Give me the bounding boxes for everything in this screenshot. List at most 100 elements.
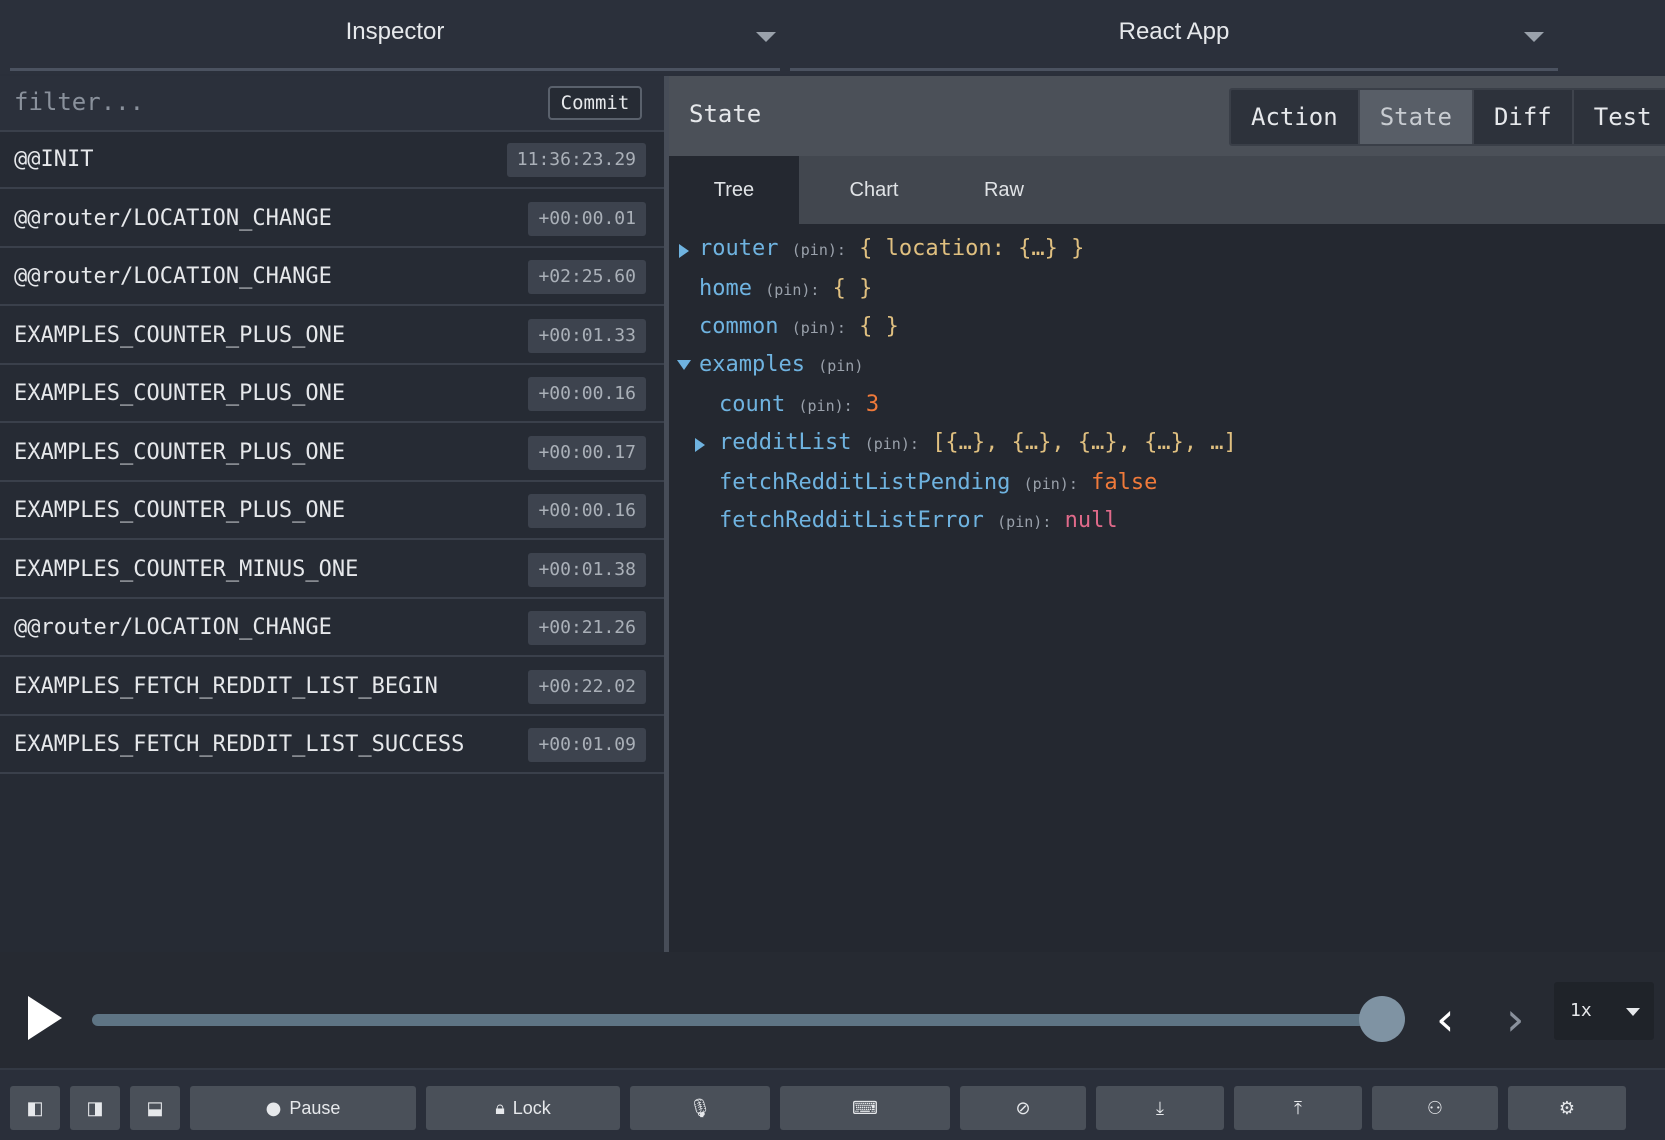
top-bar: Inspector React App: [0, 0, 1665, 74]
monitor-select[interactable]: Inspector: [10, 0, 780, 71]
pin-label[interactable]: (pin): [997, 513, 1042, 531]
node-value: false: [1091, 470, 1158, 495]
action-time: +00:00.16: [528, 377, 646, 411]
filter-input[interactable]: filter...: [14, 88, 144, 116]
node-key: count: [719, 392, 786, 417]
tree-node-error[interactable]: fetchRedditListError (pin): null: [719, 508, 1118, 533]
expand-arrow-icon[interactable]: [679, 244, 689, 258]
pin-label[interactable]: (pin): [865, 435, 910, 453]
pin-label[interactable]: (pin): [1024, 475, 1069, 493]
play-icon[interactable]: [28, 996, 62, 1040]
action-list-item[interactable]: EXAMPLES_FETCH_REDDIT_LIST_BEGIN +00:22.0…: [0, 659, 664, 716]
node-key: examples: [699, 352, 805, 377]
expand-arrow-icon[interactable]: [695, 438, 705, 452]
tree-node-redditlist[interactable]: redditList (pin): [{…}, {…}, {…}, {…}, ……: [719, 430, 1237, 455]
layout-left-icon: ◧: [26, 1098, 44, 1118]
tree-node-common[interactable]: common (pin): { }: [699, 314, 899, 339]
timeline-thumb[interactable]: [1359, 996, 1405, 1042]
action-list-item[interactable]: EXAMPLES_COUNTER_MINUS_ONE +00:01.38: [0, 542, 664, 599]
action-name: EXAMPLES_COUNTER_PLUS_ONE: [14, 498, 346, 523]
tree-node-examples[interactable]: examples (pin): [699, 352, 863, 377]
tab-state[interactable]: State: [1359, 90, 1474, 144]
collapse-arrow-icon[interactable]: [677, 360, 691, 370]
chevron-down-icon: [1626, 1008, 1640, 1016]
action-name: EXAMPLES_FETCH_REDDIT_LIST_BEGIN: [14, 673, 438, 699]
layout-left-button[interactable]: ◧: [10, 1086, 60, 1130]
node-value: [{…}, {…}, {…}, {…}, …]: [932, 430, 1237, 455]
action-list-item[interactable]: @@router/LOCATION_CHANGE +00:00.01: [0, 191, 664, 248]
node-value: { location: {…} }: [859, 236, 1085, 261]
action-time: +00:21.26: [528, 611, 646, 645]
timeline-track[interactable]: [92, 1014, 1382, 1026]
action-time: +00:01.09: [528, 728, 646, 762]
action-list-item[interactable]: EXAMPLES_COUNTER_PLUS_ONE +00:00.16: [0, 366, 664, 423]
pin-label[interactable]: (pin): [765, 281, 810, 299]
action-name: @@router/LOCATION_CHANGE: [14, 264, 332, 289]
settings-button[interactable]: ⚙: [1508, 1086, 1626, 1130]
node-key: fetchRedditListError: [719, 508, 984, 533]
previous-icon[interactable]: ‹: [1436, 992, 1454, 1046]
action-time: +00:22.02: [528, 669, 646, 704]
action-list-item[interactable]: EXAMPLES_COUNTER_PLUS_ONE +00:00.16: [0, 483, 664, 540]
state-tree: router (pin): { location: {…} } home (pi…: [669, 224, 1665, 952]
action-list-item[interactable]: @@INIT 11:36:23.29: [0, 132, 664, 189]
node-key: fetchRedditListPending: [719, 470, 1011, 495]
tab-raw[interactable]: Raw: [939, 156, 1069, 224]
pin-label[interactable]: (pin): [798, 397, 843, 415]
speed-select[interactable]: 1x: [1554, 982, 1654, 1040]
tab-diff[interactable]: Diff: [1473, 90, 1574, 144]
dispatch-button[interactable]: ⌨: [780, 1086, 950, 1130]
pin-label[interactable]: (pin): [792, 241, 837, 259]
action-list-item[interactable]: @@router/LOCATION_CHANGE +02:25.60: [0, 249, 664, 306]
pin-label[interactable]: (pin): [792, 319, 837, 337]
tree-node-router[interactable]: router (pin): { location: {…} }: [699, 236, 1084, 261]
instance-select[interactable]: React App: [790, 0, 1558, 71]
gear-icon: ⚙: [1558, 1098, 1576, 1118]
tree-node-pending[interactable]: fetchRedditListPending (pin): false: [719, 470, 1157, 495]
lock-button[interactable]: 🔒︎ Lock: [426, 1086, 620, 1130]
node-key: home: [699, 276, 752, 301]
action-list-item[interactable]: EXAMPLES_COUNTER_PLUS_ONE +00:01.33: [0, 308, 664, 365]
tree-node-count[interactable]: count (pin): 3: [719, 392, 879, 417]
monitor-select-label: Inspector: [345, 18, 445, 45]
action-time: +00:00.01: [528, 201, 646, 236]
action-name: @@INIT: [14, 147, 94, 172]
remote-icon: ⚇: [1426, 1098, 1444, 1118]
node-value: { }: [832, 276, 873, 301]
action-name: EXAMPLES_FETCH_REDDIT_LIST_SUCCESS: [14, 732, 465, 757]
action-list-item[interactable]: EXAMPLES_FETCH_REDDIT_LIST_SUCCESS +00:01…: [0, 717, 664, 774]
layout-bottom-icon: ⬓: [146, 1098, 164, 1118]
commit-button[interactable]: Commit: [548, 86, 642, 120]
chevron-down-icon: [1524, 32, 1544, 42]
download-icon: ⤓: [1156, 1098, 1164, 1118]
state-header: State Action State Diff Test: [669, 76, 1665, 156]
tree-node-home[interactable]: home (pin): { }: [699, 276, 872, 301]
node-value: 3: [865, 392, 880, 417]
action-list-item[interactable]: EXAMPLES_COUNTER_PLUS_ONE +00:00.17: [0, 425, 664, 482]
pin-label[interactable]: (pin): [818, 357, 863, 375]
speed-value: 1x: [1570, 1000, 1592, 1021]
layout-bottom-button[interactable]: ⬓: [130, 1086, 180, 1130]
record-button[interactable]: 🎙︎: [630, 1086, 770, 1130]
action-time: 11:36:23.29: [506, 143, 646, 177]
instance-select-label: React App: [1118, 18, 1230, 45]
lock-label: Lock: [512, 1098, 551, 1118]
action-time: +00:01.33: [528, 318, 646, 353]
playback-bar: ‹ › 1x: [0, 952, 1665, 1068]
tab-action[interactable]: Action: [1231, 90, 1360, 144]
pause-label: Pause: [289, 1098, 341, 1118]
action-list-item[interactable]: @@router/LOCATION_CHANGE +00:21.26: [0, 600, 664, 657]
pause-button[interactable]: ● Pause: [190, 1086, 416, 1130]
remote-button[interactable]: ⚇: [1372, 1086, 1498, 1130]
layout-right-icon: ◨: [86, 1098, 104, 1118]
action-time: +00:00.16: [528, 494, 646, 528]
persist-button[interactable]: ⊘: [960, 1086, 1086, 1130]
tab-test[interactable]: Test: [1573, 90, 1665, 144]
monitor-tabs: Action State Diff Test: [1229, 88, 1665, 146]
tab-tree[interactable]: Tree: [669, 156, 799, 224]
next-icon[interactable]: ›: [1506, 992, 1524, 1046]
import-button[interactable]: ⤓: [1096, 1086, 1224, 1130]
tab-chart[interactable]: Chart: [809, 156, 939, 224]
export-button[interactable]: ⤒: [1234, 1086, 1362, 1130]
layout-right-button[interactable]: ◨: [70, 1086, 120, 1130]
